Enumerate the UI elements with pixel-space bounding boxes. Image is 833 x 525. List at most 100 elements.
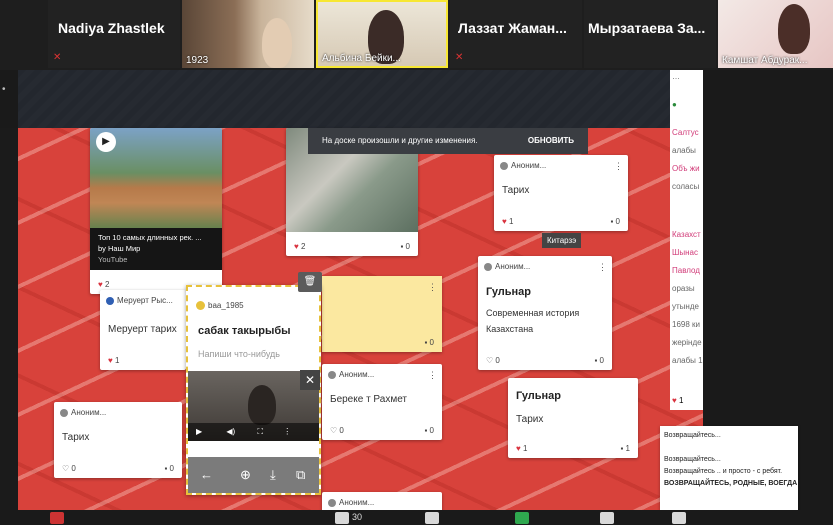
post-card-gulnar[interactable]: Аноним... ⋮ Гульнар Современная история …: [478, 256, 612, 370]
heart-outline-icon: ♡: [62, 464, 70, 473]
post-author: Меруерт Рыс...: [106, 296, 173, 305]
like-count[interactable]: ♡ 0: [330, 426, 344, 435]
like-count[interactable]: ♡ 0: [486, 356, 500, 365]
post-text: Тарих: [516, 414, 544, 425]
post-text: Современная история: [486, 308, 580, 318]
post-author: Аноним...: [328, 370, 374, 379]
more-options-icon[interactable]: ⋮: [428, 282, 437, 293]
participant-tile-1923[interactable]: 1923: [182, 0, 314, 68]
post-edit-toolbar: ← ⊕ ⤓ ⧉: [188, 457, 319, 493]
comment-number: 0: [599, 356, 604, 365]
youtube-card[interactable]: ▶ Топ 10 самых длинных рек. ... by Наш М…: [90, 128, 222, 294]
close-icon[interactable]: ✕: [300, 370, 320, 390]
post-card-tarikh[interactable]: Аноним... ⋮ Тарих ♥ 1 ▪ 0: [494, 155, 628, 231]
like-count[interactable]: ♥ 1: [516, 444, 527, 453]
comment-count[interactable]: ▪ 0: [610, 217, 620, 226]
avatar: [196, 301, 205, 311]
side-post-panel[interactable]: … ● Салтус алабы Объ жи соласы Казахст Ш…: [670, 70, 703, 410]
panel-line: алабы 1: [672, 356, 703, 365]
post-card-partial[interactable]: Аноним...: [322, 492, 442, 512]
panel-line: жерінде: [672, 338, 702, 347]
panel-author: …: [672, 72, 680, 81]
volume-icon[interactable]: ◀): [226, 427, 235, 436]
record-icon[interactable]: [600, 512, 614, 524]
avatar: [484, 262, 492, 271]
participant-tile-albina[interactable]: Альбина Бейки...: [316, 0, 448, 68]
post-card-farewell[interactable]: Возвращайтесь... Возвращайтесь... Возвра…: [660, 426, 798, 510]
open-external-icon[interactable]: ⧉: [296, 467, 305, 483]
sticky-note[interactable]: ⋮ ▪ 0: [322, 276, 442, 352]
avatar: [328, 498, 336, 507]
trash-icon[interactable]: 🗑: [298, 272, 322, 292]
participant-tile-nadiya[interactable]: Nadiya Zhastlek ✕: [48, 0, 180, 68]
video-thumbnail[interactable]: ▶: [90, 128, 222, 228]
comment-icon: ▪: [594, 356, 598, 365]
video-channel: by Наш Мир: [98, 244, 141, 253]
like-count[interactable]: ♥ 2: [294, 242, 305, 251]
more-options-icon[interactable]: ⋮: [283, 427, 291, 436]
participant-tile-lazzat[interactable]: Лаззат Жаман... ✕: [450, 0, 582, 68]
comment-number: 0: [405, 242, 410, 251]
post-card-tarikh-left[interactable]: Аноним... Тарих ♡ 0 ▪ 0: [54, 402, 182, 478]
note-line: Возвращайтесь .. и просто - с ребят.: [664, 468, 783, 475]
like-count[interactable]: ♥ 2: [98, 280, 109, 289]
comment-count[interactable]: ▪ 0: [424, 426, 434, 435]
post-text: Тарих: [62, 432, 90, 443]
shared-screen-top: [18, 70, 703, 128]
comment-icon: ▪: [400, 242, 404, 251]
play-icon[interactable]: ▶: [196, 427, 202, 436]
comment-count[interactable]: ▪ 1: [620, 444, 630, 453]
mute-icon[interactable]: [50, 512, 64, 524]
post-title: Гульнар: [486, 286, 532, 298]
like-count[interactable]: ♥ 1: [108, 356, 119, 365]
post-author: Аноним...: [328, 498, 374, 507]
participant-name: Камшат Абдурак...: [722, 55, 808, 66]
editing-post-card[interactable]: baa_1985 сабак такырыбы Напиши что-нибуд…: [186, 285, 321, 495]
like-count[interactable]: ♥ 1: [502, 217, 513, 226]
back-arrow-icon[interactable]: ←: [200, 467, 213, 482]
download-icon[interactable]: ⤓: [270, 467, 276, 483]
play-icon[interactable]: ▶: [96, 132, 116, 152]
like-number: 2: [300, 242, 306, 251]
video-frame: [248, 385, 276, 425]
fullscreen-icon[interactable]: ⛶: [257, 427, 263, 436]
participant-name: Альбина Бейки...: [322, 53, 401, 64]
post-card-gulnar-tarikh[interactable]: Гульнар Тарих ♥ 1 ▪ 1: [508, 378, 638, 458]
comment-count[interactable]: ▪ 0: [594, 356, 604, 365]
zoom-icon[interactable]: ⊕: [240, 467, 251, 483]
avatar: [106, 296, 114, 305]
more-options-icon[interactable]: ⋮: [428, 370, 437, 381]
comment-number: 1: [625, 444, 630, 453]
like-count[interactable]: ♥ 1: [672, 396, 683, 405]
tooltip-tag: Китарзэ: [542, 233, 582, 248]
panel-line: соласы: [672, 182, 700, 191]
participant-count: 30: [352, 512, 363, 522]
post-title-input[interactable]: сабак такырыбы: [198, 325, 291, 337]
more-options-icon[interactable]: ⋮: [598, 262, 607, 273]
participants-icon[interactable]: [335, 512, 349, 524]
post-body-input[interactable]: Напиши что-нибудь: [198, 349, 280, 359]
heart-icon: ♥: [672, 396, 677, 405]
post-card-raxmet[interactable]: Аноним... ⋮ Береке т Рахмет ♡ 0 ▪ 0: [322, 364, 442, 440]
like-number: 1: [508, 217, 514, 226]
reactions-icon[interactable]: [672, 512, 686, 524]
refresh-button[interactable]: ОБНОВИТЬ: [528, 136, 574, 145]
panel-line: алабы: [672, 146, 696, 155]
share-screen-icon[interactable]: [515, 512, 529, 524]
like-number: 1: [114, 356, 120, 365]
like-number: 0: [339, 426, 344, 435]
post-author: baa_1985: [196, 301, 244, 311]
comment-count[interactable]: ▪ 0: [400, 242, 410, 251]
like-count[interactable]: ♡ 0: [62, 464, 76, 473]
video-controls[interactable]: ▶ ◀) ⛶ ⋮: [188, 423, 319, 441]
chat-icon[interactable]: [425, 512, 439, 524]
post-author: Аноним...: [484, 262, 530, 271]
participant-tile-myrzataeva[interactable]: Мырзатаева За...: [584, 0, 716, 68]
participant-tile-kamshat[interactable]: Камшат Абдурак...: [718, 0, 833, 68]
participant-name: 1923: [186, 55, 209, 66]
more-options-icon[interactable]: ⋮: [614, 161, 623, 172]
post-card-meruert[interactable]: Меруерт Рыс... Меруерт тарих ♥ 1: [100, 290, 186, 370]
comment-count[interactable]: ▪ 0: [424, 338, 434, 347]
comment-count[interactable]: ▪ 0: [164, 464, 174, 473]
heart-icon: ♥: [98, 280, 103, 289]
